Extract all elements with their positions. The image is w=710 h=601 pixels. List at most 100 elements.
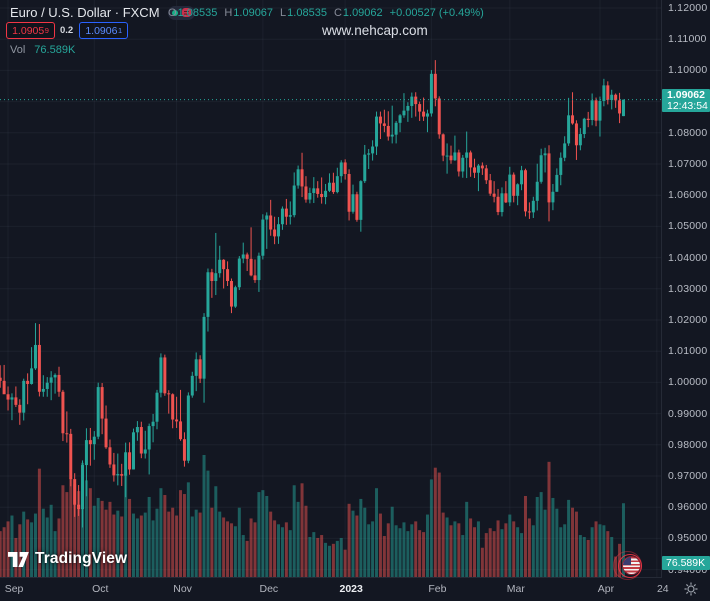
volume-value: 76.589K (34, 44, 76, 56)
volume-bar (112, 514, 116, 578)
volume-bar (500, 529, 504, 578)
candle-body (331, 182, 335, 193)
candle-body (139, 427, 143, 454)
candle-body (394, 122, 398, 135)
volume-bar (567, 499, 571, 578)
candle-body (461, 157, 465, 172)
ohlc-readout: O1.08535 H1.09067 L1.08535 C1.09062 +0.0… (168, 7, 484, 19)
volume-bar (484, 533, 488, 578)
volume-bar (473, 527, 477, 578)
symbol-title[interactable]: Euro / U.S. Dollar · FXCM (10, 5, 160, 20)
candle-body (418, 104, 422, 112)
candle-body (163, 357, 167, 394)
candle-body (571, 115, 575, 124)
volume-bar (296, 501, 300, 578)
current-volume-marker: 76.589K (662, 556, 710, 570)
volume-bar (265, 496, 269, 578)
volume-bar (131, 513, 135, 578)
candle-body (351, 194, 355, 212)
volume-bar (10, 515, 14, 578)
candle-body (574, 123, 578, 146)
us-economic-event-flag-icon[interactable] (608, 551, 644, 580)
candle-body (135, 427, 139, 433)
volume-bar (543, 509, 547, 578)
price-axis-label: 0.99000 (668, 407, 708, 420)
volume-bar (563, 524, 567, 578)
candle-body (480, 165, 484, 169)
tradingview-logo[interactable]: TradingView (8, 550, 127, 568)
candle-body (523, 170, 527, 212)
candle-body (100, 387, 104, 419)
close-value: 1.09062 (342, 7, 383, 19)
candle-body (249, 258, 253, 276)
volume-bar (461, 535, 465, 578)
volume-bar (539, 492, 543, 578)
candle-body (37, 344, 41, 392)
price-axis-label: 1.01000 (668, 345, 708, 358)
volume-bar (292, 485, 296, 578)
candle-body (457, 152, 461, 172)
volume-bar (465, 501, 469, 578)
candle-body (265, 215, 269, 220)
candle-body (312, 188, 316, 194)
candle-body (410, 96, 414, 106)
candle-body (398, 115, 402, 123)
volume-bar (335, 540, 339, 578)
candle-body (300, 169, 304, 187)
candle-body (469, 152, 473, 168)
open-label: O (168, 7, 177, 19)
candle-body (288, 215, 292, 217)
price-axis-label: 1.08000 (668, 126, 708, 139)
volume-bar (367, 524, 371, 578)
candle-body (233, 287, 237, 307)
volume-bar (198, 512, 202, 578)
candle-body (237, 258, 241, 288)
candle-body (73, 479, 77, 505)
candle-body (488, 180, 492, 194)
candle-body (527, 211, 531, 213)
candle-body (245, 254, 249, 259)
candle-body (594, 100, 598, 121)
candle-body (190, 375, 194, 396)
volume-bar (202, 455, 206, 578)
candle-body (41, 388, 45, 392)
candle-body (621, 99, 625, 117)
candle-body (143, 449, 147, 454)
volume-bar (523, 496, 527, 578)
volume-bar (496, 520, 500, 578)
ask-price: 1.0906 (85, 24, 118, 37)
price-axis-label: 1.03000 (668, 282, 708, 295)
volume-bar (402, 522, 406, 578)
candle-body (339, 162, 343, 177)
candle-body (273, 229, 277, 237)
volume-bar (476, 521, 480, 578)
volume-bar (214, 486, 218, 578)
volume-bar (551, 497, 555, 578)
bid-price: 1.0905 (12, 24, 45, 37)
time-scale-panel[interactable]: Sep Oct Nov Dec 2023 Feb Mar Apr 24 (0, 577, 710, 600)
candle-body (128, 452, 132, 470)
time-axis-label: Feb (428, 583, 447, 595)
candle-body (49, 377, 53, 383)
buy-ask-button[interactable]: 1.0906 1 (79, 22, 129, 39)
candle-body (167, 393, 171, 395)
candle-body (269, 215, 273, 230)
volume-bar (280, 527, 284, 578)
candle-body (406, 105, 410, 111)
candle-body (484, 168, 488, 181)
candle-body (316, 188, 320, 194)
candle-body (202, 316, 206, 379)
volume-bar (508, 514, 512, 578)
candle-body (441, 134, 445, 156)
volume-bar (602, 525, 606, 578)
candlestick-chart[interactable] (0, 0, 662, 578)
volume-bar (182, 494, 186, 578)
candle-body (18, 404, 22, 413)
candle-body (582, 118, 586, 135)
sell-bid-button[interactable]: 1.0905 9 (6, 22, 55, 39)
candle-body (120, 474, 124, 476)
volume-bar (120, 516, 124, 578)
volume-bar (375, 488, 379, 578)
price-scale-panel[interactable]: 1.120001.110001.100001.090001.080001.070… (661, 0, 710, 578)
timezone-settings-gear-icon[interactable] (684, 582, 698, 601)
